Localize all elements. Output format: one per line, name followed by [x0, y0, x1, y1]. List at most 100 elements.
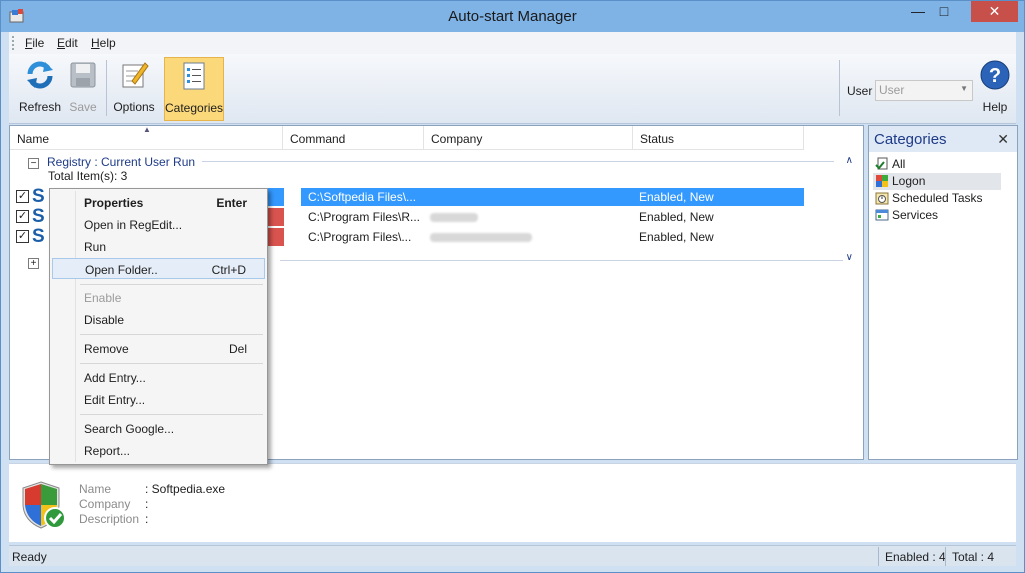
minimize-button[interactable]: — — [905, 1, 931, 22]
menu-item-remove[interactable]: Remove Del — [52, 338, 265, 359]
category-logon[interactable]: Logon — [873, 173, 1001, 190]
menu-grip — [12, 36, 14, 50]
details-description-label: Description — [79, 512, 140, 526]
menu-item-label: Remove — [84, 342, 129, 356]
refresh-label: Refresh — [18, 100, 62, 114]
help-icon: ? — [980, 60, 1010, 90]
chevron-down-icon: ▼ — [960, 84, 968, 93]
save-button[interactable]: Save — [65, 57, 101, 121]
menu-file[interactable]: File — [25, 36, 44, 50]
scheduled-tasks-icon — [875, 192, 889, 205]
group-header[interactable]: − Registry : Current User Run — [26, 154, 854, 174]
menu-item-label: Run — [84, 240, 107, 254]
menu-separator — [80, 414, 263, 415]
menu-item-run[interactable]: Run — [52, 236, 265, 257]
menu-edit[interactable]: Edit — [57, 36, 78, 50]
categories-title: Categories — [874, 131, 947, 148]
categories-button[interactable]: Categories — [164, 57, 224, 121]
category-label: Scheduled Tasks — [892, 191, 983, 205]
save-label: Save — [69, 100, 97, 114]
menu-item-label: Report... — [84, 444, 131, 458]
menu-item-open-folder[interactable]: Open Folder.. Ctrl+D — [52, 258, 265, 279]
all-icon — [875, 157, 888, 170]
menu-item-disable[interactable]: Disable — [52, 309, 265, 330]
group-title: Registry : Current User Run — [47, 155, 196, 169]
row-checkbox[interactable]: ✓ — [16, 190, 29, 203]
shortcut-label: Ctrl+D — [211, 263, 246, 277]
menu-item-label: Open Folder.. — [85, 263, 158, 277]
details-company-label: Company — [79, 497, 131, 511]
row-status: Enabled, New — [639, 190, 714, 204]
menu-item-search-google[interactable]: Search Google... — [52, 418, 265, 439]
menu-item-label: Open in RegEdit... — [84, 218, 183, 232]
column-header-command[interactable]: Command — [283, 126, 424, 150]
blurred-company — [430, 213, 478, 222]
close-button[interactable]: ✕ — [971, 1, 1018, 22]
menu-help[interactable]: Help — [91, 36, 116, 50]
category-scheduled-tasks[interactable]: Scheduled Tasks — [873, 190, 1001, 207]
toolbar: Refresh Save Options Categories User Use… — [9, 54, 1016, 124]
menu-item-label: Search Google... — [84, 422, 175, 436]
services-icon — [875, 209, 889, 221]
row-command: C:\Program Files\R... — [308, 210, 421, 224]
menu-item-label: Disable — [84, 313, 125, 327]
column-company-label: Company — [431, 132, 483, 146]
chevron-down-icon[interactable]: ∨ — [846, 252, 853, 263]
row-checkbox[interactable]: ✓ — [16, 210, 29, 223]
menu-item-report[interactable]: Report... — [52, 440, 265, 461]
group-divider — [202, 161, 834, 162]
softpedia-logo-icon: S — [32, 206, 45, 227]
categories-header: Categories ✕ — [869, 126, 1017, 152]
title-bar: Auto-start Manager — □ ✕ — [1, 1, 1024, 32]
menu-bar: File Edit Help — [9, 32, 1016, 54]
row-status: Enabled, New — [639, 210, 714, 224]
menu-item-label: Enable — [84, 291, 122, 305]
category-label: Logon — [892, 174, 926, 188]
menu-item-enable[interactable]: Enable — [52, 287, 265, 308]
column-header-status[interactable]: Status — [633, 126, 804, 150]
maximize-button[interactable]: □ — [931, 1, 957, 22]
categories-panel: Categories ✕ All Logon Scheduled Tasks S… — [868, 125, 1018, 460]
shield-icon — [22, 481, 66, 529]
refresh-button[interactable]: Refresh — [17, 57, 63, 121]
sort-up-icon: ▲ — [143, 125, 151, 134]
context-menu: Properties Enter Open in RegEdit... Run … — [49, 188, 268, 465]
options-label: Options — [113, 100, 155, 114]
logon-icon — [876, 175, 888, 187]
softpedia-logo-icon: S — [32, 186, 45, 207]
options-button[interactable]: Options — [110, 57, 158, 121]
softpedia-logo-icon: S — [32, 226, 45, 247]
column-name-label: Name — [17, 132, 50, 146]
app-window: Auto-start Manager — □ ✕ File Edit Help … — [0, 0, 1025, 573]
blurred-company — [430, 233, 532, 242]
categories-label: Categories — [165, 101, 224, 115]
row-checkbox[interactable]: ✓ — [16, 230, 29, 243]
status-text: Ready — [12, 550, 47, 564]
row-status: Enabled, New — [639, 230, 714, 244]
user-select[interactable]: User ▼ — [875, 80, 973, 101]
status-bar: Ready Enabled : 4 Total : 4 — [9, 545, 1016, 566]
menu-item-label: Add Entry... — [84, 371, 146, 385]
menu-item-open-regedit[interactable]: Open in RegEdit... — [52, 214, 265, 235]
column-header-company[interactable]: Company — [424, 126, 633, 150]
menu-item-label: Edit Entry... — [84, 393, 146, 407]
column-command-label: Command — [290, 132, 346, 146]
menu-item-edit-entry[interactable]: Edit Entry... — [52, 389, 265, 410]
category-all[interactable]: All — [873, 156, 1001, 173]
help-button[interactable]: ? Help — [975, 57, 1015, 121]
toolbar-separator — [839, 60, 840, 116]
menu-separator — [80, 363, 263, 364]
shortcut-label: Enter — [216, 196, 247, 210]
menu-item-properties[interactable]: Properties Enter — [52, 192, 265, 213]
menu-item-add-entry[interactable]: Add Entry... — [52, 367, 265, 388]
toolbar-separator — [106, 60, 107, 116]
shortcut-label: Del — [228, 342, 247, 356]
chevron-up-icon[interactable]: ∧ — [846, 155, 853, 166]
details-pane: Name : Softpedia.exe Company : Descripti… — [9, 463, 1016, 542]
expand-icon[interactable]: + — [28, 258, 39, 269]
category-label: All — [892, 157, 906, 171]
collapse-icon[interactable]: − — [28, 158, 39, 169]
close-icon[interactable]: ✕ — [997, 131, 1009, 148]
options-icon — [122, 62, 149, 88]
category-services[interactable]: Services — [873, 207, 1001, 224]
